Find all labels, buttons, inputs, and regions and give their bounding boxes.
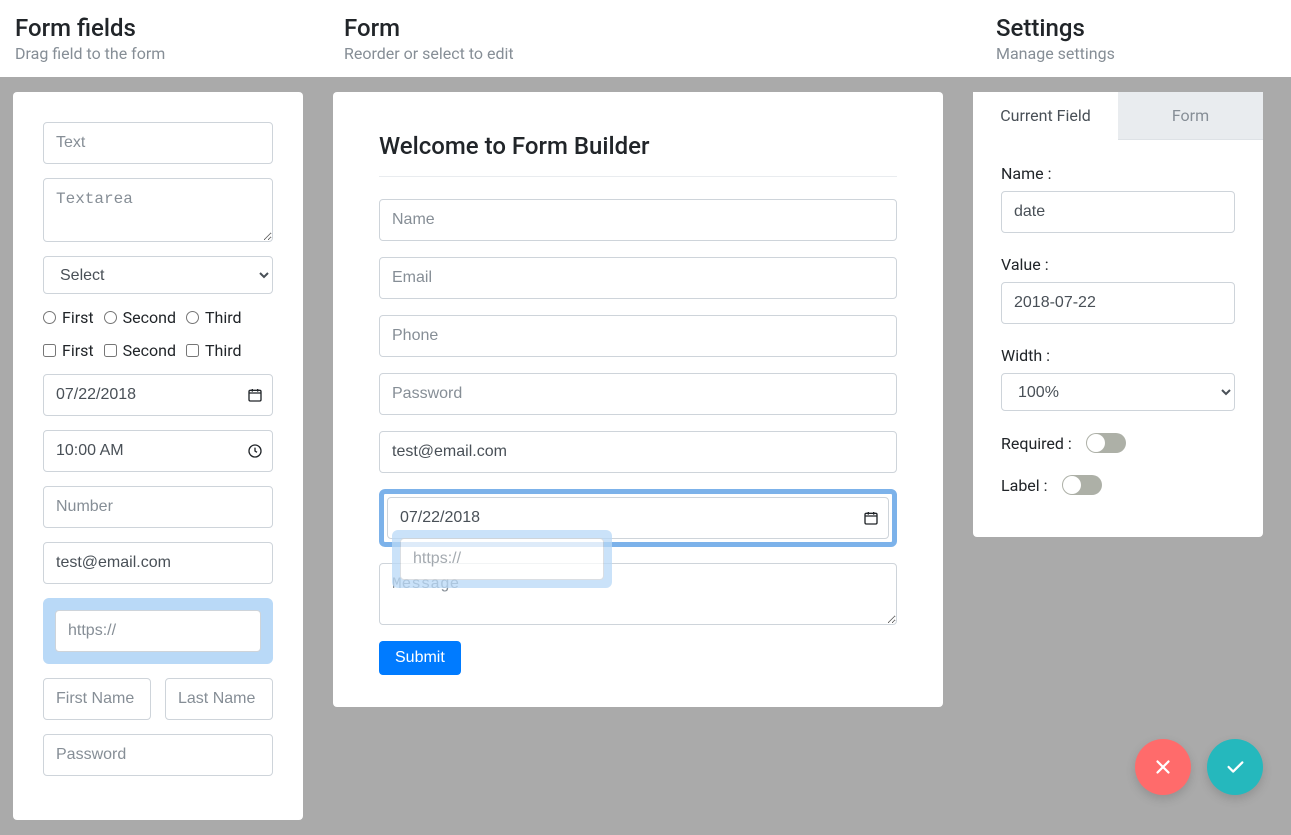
palette-checks[interactable]: First Second Third bbox=[43, 341, 273, 360]
setting-value-input[interactable] bbox=[1001, 282, 1235, 324]
check-icon bbox=[1224, 756, 1246, 778]
preview-date-selected[interactable] bbox=[379, 489, 897, 547]
header-fields-subtitle: Drag field to the form bbox=[15, 44, 314, 63]
palette-number-input[interactable] bbox=[43, 486, 273, 528]
palette-radios[interactable]: First Second Third bbox=[43, 308, 273, 327]
palette-name-row[interactable] bbox=[43, 678, 273, 720]
palette-radio-third[interactable]: Third bbox=[186, 308, 242, 327]
setting-width: Width : 100% bbox=[1001, 346, 1235, 411]
preview-email-filled-input[interactable] bbox=[379, 431, 897, 473]
header-settings-title: Settings bbox=[996, 14, 1291, 42]
palette-password-input[interactable] bbox=[43, 734, 273, 776]
header-form-title: Form bbox=[344, 14, 966, 42]
palette-text-input[interactable] bbox=[43, 122, 273, 164]
palette-check-first[interactable]: First bbox=[43, 341, 94, 360]
palette-radio-first[interactable]: First bbox=[43, 308, 94, 327]
palette-check-second[interactable]: Second bbox=[104, 341, 176, 360]
required-toggle[interactable] bbox=[1086, 433, 1126, 453]
setting-name: Name : bbox=[1001, 164, 1235, 233]
preview-email-input[interactable] bbox=[379, 257, 897, 299]
palette-number[interactable] bbox=[43, 486, 273, 528]
tab-form[interactable]: Form bbox=[1118, 92, 1263, 139]
palette-password[interactable] bbox=[43, 734, 273, 776]
palette-time-input[interactable] bbox=[43, 430, 273, 472]
setting-required-label: Required : bbox=[1001, 434, 1072, 453]
palette-url-selected[interactable] bbox=[43, 598, 273, 664]
palette-select-input[interactable]: Select bbox=[43, 256, 273, 294]
palette-time[interactable] bbox=[43, 430, 273, 472]
palette-last-name-input[interactable] bbox=[165, 678, 273, 720]
preview-email-filled[interactable] bbox=[379, 431, 897, 473]
tab-current-field[interactable]: Current Field bbox=[973, 92, 1118, 140]
palette-text[interactable] bbox=[43, 122, 273, 164]
preview-title: Welcome to Form Builder bbox=[379, 132, 897, 177]
palette-first-name-input[interactable] bbox=[43, 678, 151, 720]
header-form-subtitle: Reorder or select to edit bbox=[344, 44, 966, 63]
palette-email[interactable] bbox=[43, 542, 273, 584]
setting-name-label: Name : bbox=[1001, 164, 1235, 183]
header-col-form: Form Reorder or select to edit bbox=[344, 14, 966, 63]
header-settings-subtitle: Manage settings bbox=[996, 44, 1291, 63]
palette-date[interactable] bbox=[43, 374, 273, 416]
palette-date-input[interactable] bbox=[43, 374, 273, 416]
settings-panel: Current Field Form Name : Value : Width … bbox=[973, 92, 1263, 537]
fields-palette-panel: Select First Second Third First Second T… bbox=[13, 92, 303, 820]
palette-select[interactable]: Select bbox=[43, 256, 273, 294]
header-fields-title: Form fields bbox=[15, 14, 314, 42]
header-col-fields: Form fields Drag field to the form bbox=[15, 14, 314, 63]
preview-password-input[interactable] bbox=[379, 373, 897, 415]
form-preview-panel: Welcome to Form Builder bbox=[333, 92, 943, 707]
setting-width-label: Width : bbox=[1001, 346, 1235, 365]
setting-value: Value : bbox=[1001, 255, 1235, 324]
setting-label: Label : bbox=[1001, 475, 1235, 495]
close-icon bbox=[1152, 756, 1174, 778]
setting-required: Required : bbox=[1001, 433, 1235, 453]
preview-name[interactable] bbox=[379, 199, 897, 241]
fab-row bbox=[1135, 739, 1263, 795]
palette-check-third[interactable]: Third bbox=[186, 341, 242, 360]
accept-fab[interactable] bbox=[1207, 739, 1263, 795]
palette-email-input[interactable] bbox=[43, 542, 273, 584]
palette-textarea[interactable] bbox=[43, 178, 273, 242]
top-header: Form fields Drag field to the form Form … bbox=[0, 0, 1291, 77]
drag-ghost-url[interactable] bbox=[392, 530, 612, 588]
palette-url-input[interactable] bbox=[55, 610, 261, 652]
preview-email[interactable] bbox=[379, 257, 897, 299]
setting-name-input[interactable] bbox=[1001, 191, 1235, 233]
preview-phone-input[interactable] bbox=[379, 315, 897, 357]
settings-tabs: Current Field Form bbox=[973, 92, 1263, 140]
setting-label-label: Label : bbox=[1001, 476, 1048, 495]
settings-body: Name : Value : Width : 100% Required : L… bbox=[973, 140, 1263, 537]
submit-button[interactable]: Submit bbox=[379, 641, 461, 675]
drag-ghost-url-input[interactable] bbox=[400, 538, 604, 580]
palette-textarea-input[interactable] bbox=[43, 178, 273, 242]
setting-width-select[interactable]: 100% bbox=[1001, 373, 1235, 411]
cancel-fab[interactable] bbox=[1135, 739, 1191, 795]
setting-value-label: Value : bbox=[1001, 255, 1235, 274]
workarea: Select First Second Third First Second T… bbox=[0, 77, 1291, 835]
label-toggle[interactable] bbox=[1062, 475, 1102, 495]
preview-name-input[interactable] bbox=[379, 199, 897, 241]
preview-phone[interactable] bbox=[379, 315, 897, 357]
header-col-settings: Settings Manage settings bbox=[996, 14, 1291, 63]
palette-radio-second[interactable]: Second bbox=[104, 308, 176, 327]
preview-password[interactable] bbox=[379, 373, 897, 415]
